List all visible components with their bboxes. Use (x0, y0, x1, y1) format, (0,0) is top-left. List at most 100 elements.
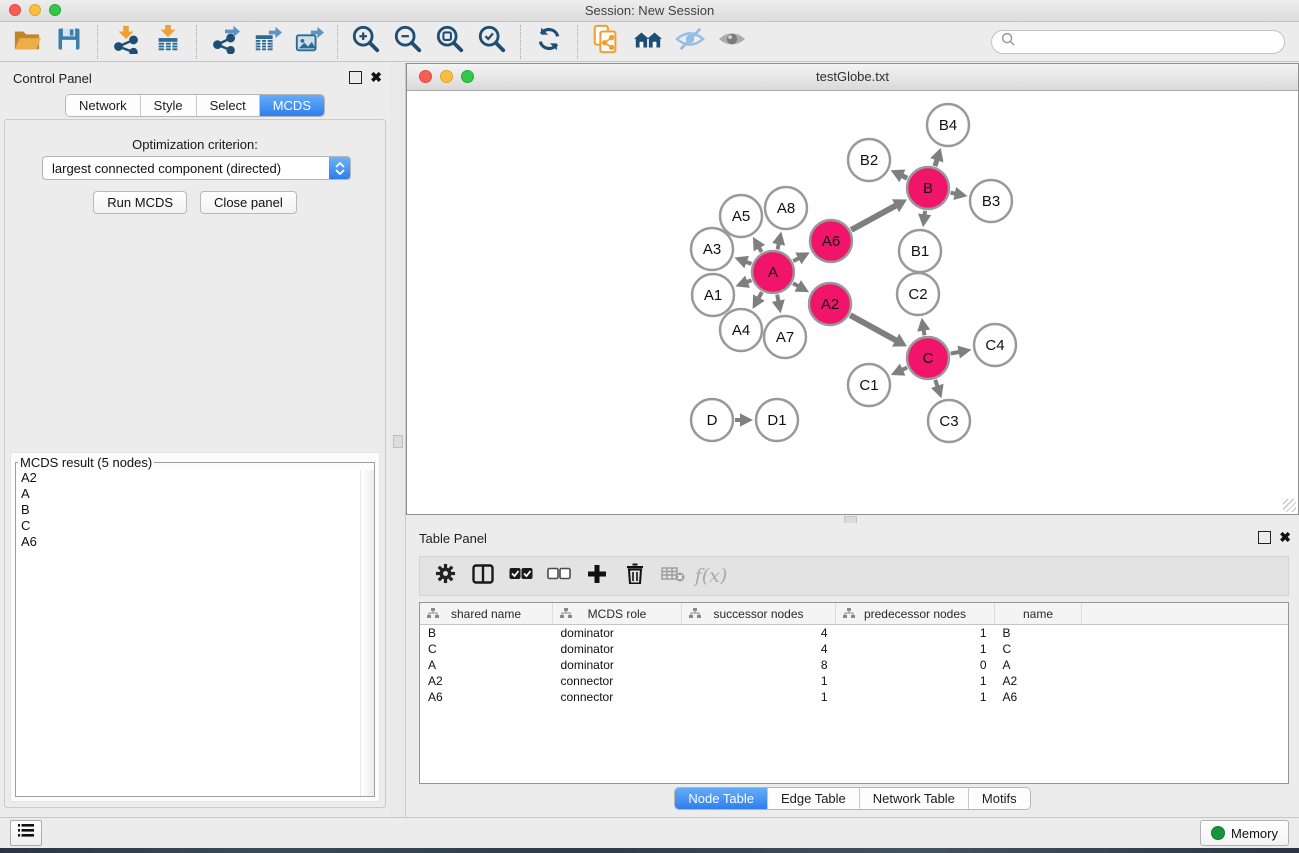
close-panel-button[interactable]: Close panel (200, 191, 297, 214)
edge-C-C3[interactable] (935, 380, 937, 387)
table-cell[interactable]: A (420, 657, 553, 673)
float-panel-icon[interactable] (1258, 531, 1271, 544)
table-row[interactable]: Cdominator41C (420, 641, 1288, 657)
column-header-predecessor-nodes[interactable]: predecessor nodes (836, 603, 995, 625)
table-cell[interactable]: C (420, 641, 553, 657)
table-cell[interactable]: dominator (553, 625, 682, 642)
column-visibility-button[interactable] (464, 560, 502, 592)
tab-edge-table[interactable]: Edge Table (767, 788, 859, 809)
add-column-button[interactable] (578, 560, 616, 592)
table-row[interactable]: Bdominator41B (420, 625, 1288, 642)
table-options-button[interactable] (426, 560, 464, 592)
tab-network[interactable]: Network (66, 95, 140, 116)
search-field[interactable] (991, 30, 1285, 54)
edge-A6-B[interactable] (851, 205, 896, 230)
column-header-name[interactable]: name (995, 603, 1082, 625)
table-cell[interactable]: 4 (682, 625, 836, 642)
open-file-button[interactable] (6, 25, 48, 59)
table-cell[interactable]: A6 (420, 689, 553, 705)
table-cell[interactable]: A6 (995, 689, 1082, 705)
result-item[interactable]: B (17, 502, 373, 518)
table-cell[interactable]: connector (553, 689, 682, 705)
table-row[interactable]: A2connector11A2 (420, 673, 1288, 689)
run-mcds-button[interactable]: Run MCDS (93, 191, 187, 214)
edge-A-A7[interactable] (777, 295, 778, 302)
table-cell[interactable]: A2 (420, 673, 553, 689)
tab-mcds[interactable]: MCDS (259, 95, 324, 116)
edge-A-A4[interactable] (758, 292, 761, 298)
import-table-button[interactable] (147, 25, 189, 59)
close-window-button[interactable] (9, 4, 21, 16)
show-all-button[interactable] (711, 25, 753, 59)
network-minimize-button[interactable] (440, 70, 453, 83)
close-panel-icon[interactable]: ✖ (370, 72, 382, 83)
horizontal-split-divider[interactable] (406, 515, 1299, 523)
table-cell[interactable]: 1 (836, 641, 995, 657)
resize-grip-icon[interactable] (1283, 499, 1296, 512)
hide-selected-button[interactable] (669, 25, 711, 59)
function-builder-button[interactable]: f(x) (692, 560, 730, 592)
table-cell[interactable]: 0 (836, 657, 995, 673)
import-network-button[interactable] (105, 25, 147, 59)
tab-network-table[interactable]: Network Table (859, 788, 968, 809)
edge-A2-C[interactable] (850, 315, 896, 341)
table-cell[interactable]: 1 (682, 673, 836, 689)
export-image-button[interactable] (288, 25, 330, 59)
save-session-button[interactable] (48, 25, 90, 59)
zoom-out-button[interactable] (387, 25, 429, 59)
table-cell[interactable]: dominator (553, 657, 682, 673)
edge-A-A6[interactable] (793, 258, 799, 261)
table-cell[interactable]: 1 (836, 673, 995, 689)
result-item[interactable]: A2 (17, 470, 373, 486)
table-cell[interactable]: 8 (682, 657, 836, 673)
table-cell[interactable]: A2 (995, 673, 1082, 689)
edge-C-C4[interactable] (951, 352, 960, 354)
delete-table-button[interactable] (654, 560, 692, 592)
maximize-window-button[interactable] (49, 4, 61, 16)
first-neighbors-button[interactable] (627, 25, 669, 59)
table-cell[interactable]: A (995, 657, 1082, 673)
table-cell[interactable]: B (420, 625, 553, 642)
zoom-fit-button[interactable] (429, 25, 471, 59)
zoom-selected-button[interactable] (471, 25, 513, 59)
network-maximize-button[interactable] (461, 70, 474, 83)
table-cell[interactable]: connector (553, 673, 682, 689)
tab-style[interactable]: Style (140, 95, 196, 116)
table-cell[interactable]: 1 (682, 689, 836, 705)
tab-node-table[interactable]: Node Table (675, 788, 767, 809)
table-row[interactable]: Adominator80A (420, 657, 1288, 673)
tab-select[interactable]: Select (196, 95, 259, 116)
new-network-from-selection-button[interactable] (585, 25, 627, 59)
refresh-button[interactable] (528, 25, 570, 59)
zoom-in-button[interactable] (345, 25, 387, 59)
export-table-button[interactable] (246, 25, 288, 59)
select-all-button[interactable] (502, 560, 540, 592)
result-scrollbar[interactable] (360, 470, 374, 796)
table-cell[interactable]: 4 (682, 641, 836, 657)
task-history-button[interactable] (10, 820, 42, 846)
table-cell[interactable]: C (995, 641, 1082, 657)
memory-button[interactable]: Memory (1200, 820, 1289, 846)
column-header-MCDS-role[interactable]: MCDS role (553, 603, 682, 625)
split-handle[interactable] (393, 435, 403, 448)
export-network-button[interactable] (204, 25, 246, 59)
float-panel-icon[interactable] (349, 71, 362, 84)
edge-B-B4[interactable] (935, 159, 937, 166)
column-header-shared-name[interactable]: shared name (420, 603, 553, 625)
network-canvas[interactable]: AA1A2A3A4A5A6A7A8BB1B2B3B4CC1C2C3C4DD1 (407, 91, 1298, 514)
minimize-window-button[interactable] (29, 4, 41, 16)
close-panel-icon[interactable]: ✖ (1279, 532, 1291, 543)
table-row[interactable]: A6connector11A6 (420, 689, 1288, 705)
table-cell[interactable]: 1 (836, 689, 995, 705)
search-input[interactable] (1022, 33, 1275, 50)
delete-columns-button[interactable] (616, 560, 654, 592)
result-item[interactable]: A (17, 486, 373, 502)
column-header-successor-nodes[interactable]: successor nodes (682, 603, 836, 625)
deselect-all-button[interactable] (540, 560, 578, 592)
tab-motifs[interactable]: Motifs (968, 788, 1030, 809)
table-cell[interactable]: dominator (553, 641, 682, 657)
vertical-split-divider[interactable] (390, 63, 406, 817)
network-close-button[interactable] (419, 70, 432, 83)
table-cell[interactable]: 1 (836, 625, 995, 642)
result-item[interactable]: A6 (17, 534, 373, 550)
